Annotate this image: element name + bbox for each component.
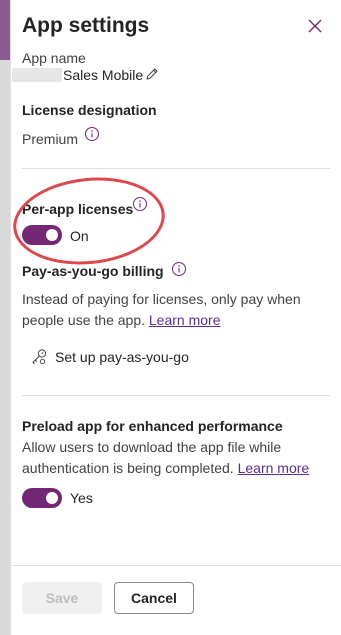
key-settings-icon <box>32 349 47 365</box>
app-settings-panel: App settings App name Sales Mobile Licen… <box>8 0 341 635</box>
close-icon[interactable] <box>305 16 325 36</box>
per-app-toggle-state: On <box>70 228 89 244</box>
payg-learn-more-link[interactable]: Learn more <box>149 312 221 328</box>
preload-toggle[interactable] <box>22 488 62 508</box>
info-icon[interactable] <box>171 261 187 277</box>
cancel-button[interactable]: Cancel <box>114 582 194 614</box>
redacted-name-prefix <box>12 68 62 82</box>
payg-heading: Pay-as-you-go billing <box>22 263 164 279</box>
pencil-icon[interactable] <box>145 67 159 81</box>
per-app-heading: Per-app licenses <box>22 201 134 217</box>
divider <box>22 168 330 169</box>
background-app <box>0 0 10 635</box>
toggle-knob <box>46 492 58 504</box>
app-name-value: Sales Mobile <box>63 67 144 83</box>
annotation-circle <box>8 170 170 272</box>
license-value: Premium <box>22 131 79 147</box>
per-app-toggle[interactable] <box>22 225 62 245</box>
background-header <box>0 0 10 60</box>
footer-divider <box>11 565 341 566</box>
payg-description: Instead of paying for licenses, only pay… <box>22 289 327 331</box>
divider <box>22 395 330 396</box>
license-heading: License designation <box>22 102 157 118</box>
setup-payg-label: Set up pay-as-you-go <box>55 349 189 365</box>
preload-heading: Preload app for enhanced performance <box>22 418 283 434</box>
info-icon[interactable] <box>84 126 100 142</box>
toggle-knob <box>46 229 58 241</box>
preload-description: Allow users to download the app file whi… <box>22 437 327 479</box>
preload-toggle-state: Yes <box>70 490 93 506</box>
save-button[interactable]: Save <box>22 582 102 614</box>
app-name-label: App name <box>22 50 86 66</box>
info-icon[interactable] <box>132 196 148 212</box>
setup-payg-button[interactable]: Set up pay-as-you-go <box>30 347 189 367</box>
panel-title: App settings <box>22 14 150 37</box>
preload-learn-more-link[interactable]: Learn more <box>238 460 310 476</box>
